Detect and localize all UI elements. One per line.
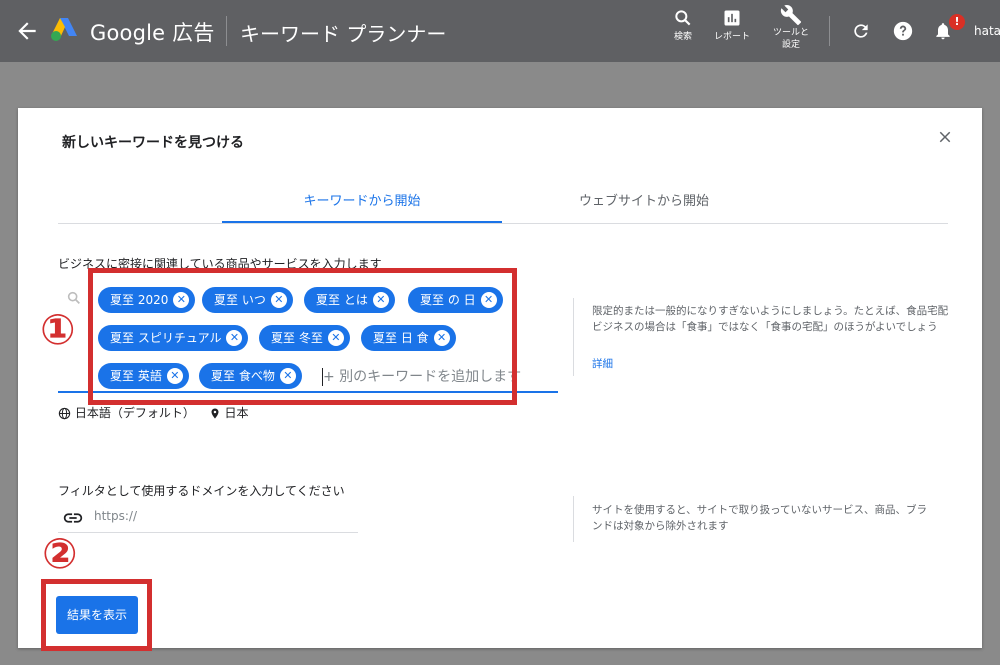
domain-hint: サイトを使用すると、サイトで取り扱っていないサービス、商品、ブランドは対象から除… bbox=[592, 504, 928, 532]
annotation-number-2: ② bbox=[42, 529, 78, 578]
hint-divider bbox=[573, 496, 574, 542]
search-icon bbox=[67, 291, 80, 304]
search-button-label: 検索 bbox=[673, 32, 692, 42]
domain-input-underline bbox=[58, 532, 358, 533]
search-button[interactable]: 検索 bbox=[668, 8, 698, 43]
page-title: キーワード プランナー bbox=[240, 22, 447, 46]
domain-input[interactable]: https:// bbox=[94, 509, 137, 523]
bar-chart-icon bbox=[724, 10, 740, 26]
back-arrow-icon[interactable] bbox=[14, 18, 40, 44]
link-icon bbox=[63, 513, 83, 523]
active-tab-indicator bbox=[222, 221, 502, 223]
top-app-bar: Google 広告 キーワード プランナー 検索 レポート ツールと 設定 ! … bbox=[0, 0, 1000, 62]
account-name[interactable]: hatan bbox=[974, 24, 1000, 38]
divider bbox=[226, 16, 227, 46]
tools-button-label: ツールと bbox=[772, 28, 809, 38]
details-link[interactable]: 詳細 bbox=[592, 356, 613, 371]
divider bbox=[829, 16, 830, 46]
google-ads-logo-icon bbox=[51, 18, 77, 41]
annotation-box-submit bbox=[41, 579, 152, 651]
close-icon[interactable] bbox=[936, 128, 954, 146]
search-icon bbox=[675, 10, 691, 26]
help-icon[interactable] bbox=[892, 20, 914, 42]
location-value[interactable]: 日本 bbox=[225, 406, 249, 420]
annotation-number-1: ① bbox=[40, 305, 76, 354]
globe-icon bbox=[58, 407, 71, 420]
language-location-selector[interactable]: 日本語（デフォルト） 日本 bbox=[58, 404, 249, 421]
tools-settings-button[interactable]: ツールと 設定 bbox=[768, 4, 814, 51]
tab-start-with-website[interactable]: ウェブサイトから開始 bbox=[504, 190, 784, 209]
tools-button-label-2: 設定 bbox=[781, 40, 800, 50]
brand-name: Google 広告 bbox=[90, 21, 215, 45]
annotation-box-keywords bbox=[88, 268, 517, 405]
refresh-icon[interactable] bbox=[851, 21, 871, 41]
hint-divider bbox=[573, 298, 574, 376]
location-pin-icon bbox=[211, 408, 219, 419]
keyword-hint: 限定的または一般的になりすぎないようにしましょう。たとえば、食品宅配ビジネスの場… bbox=[592, 305, 949, 333]
language-value[interactable]: 日本語（デフォルト） bbox=[75, 406, 195, 420]
tab-start-with-keywords[interactable]: キーワードから開始 bbox=[222, 190, 502, 209]
wrench-icon bbox=[780, 5, 802, 26]
reports-button-label: レポート bbox=[713, 32, 750, 42]
notification-badge: ! bbox=[949, 14, 965, 30]
domain-filter-label: フィルタとして使用するドメインを入力してください bbox=[58, 484, 345, 498]
tab-divider bbox=[58, 223, 948, 224]
dialog-title: 新しいキーワードを見つける bbox=[62, 135, 244, 151]
reports-button[interactable]: レポート bbox=[708, 8, 756, 43]
